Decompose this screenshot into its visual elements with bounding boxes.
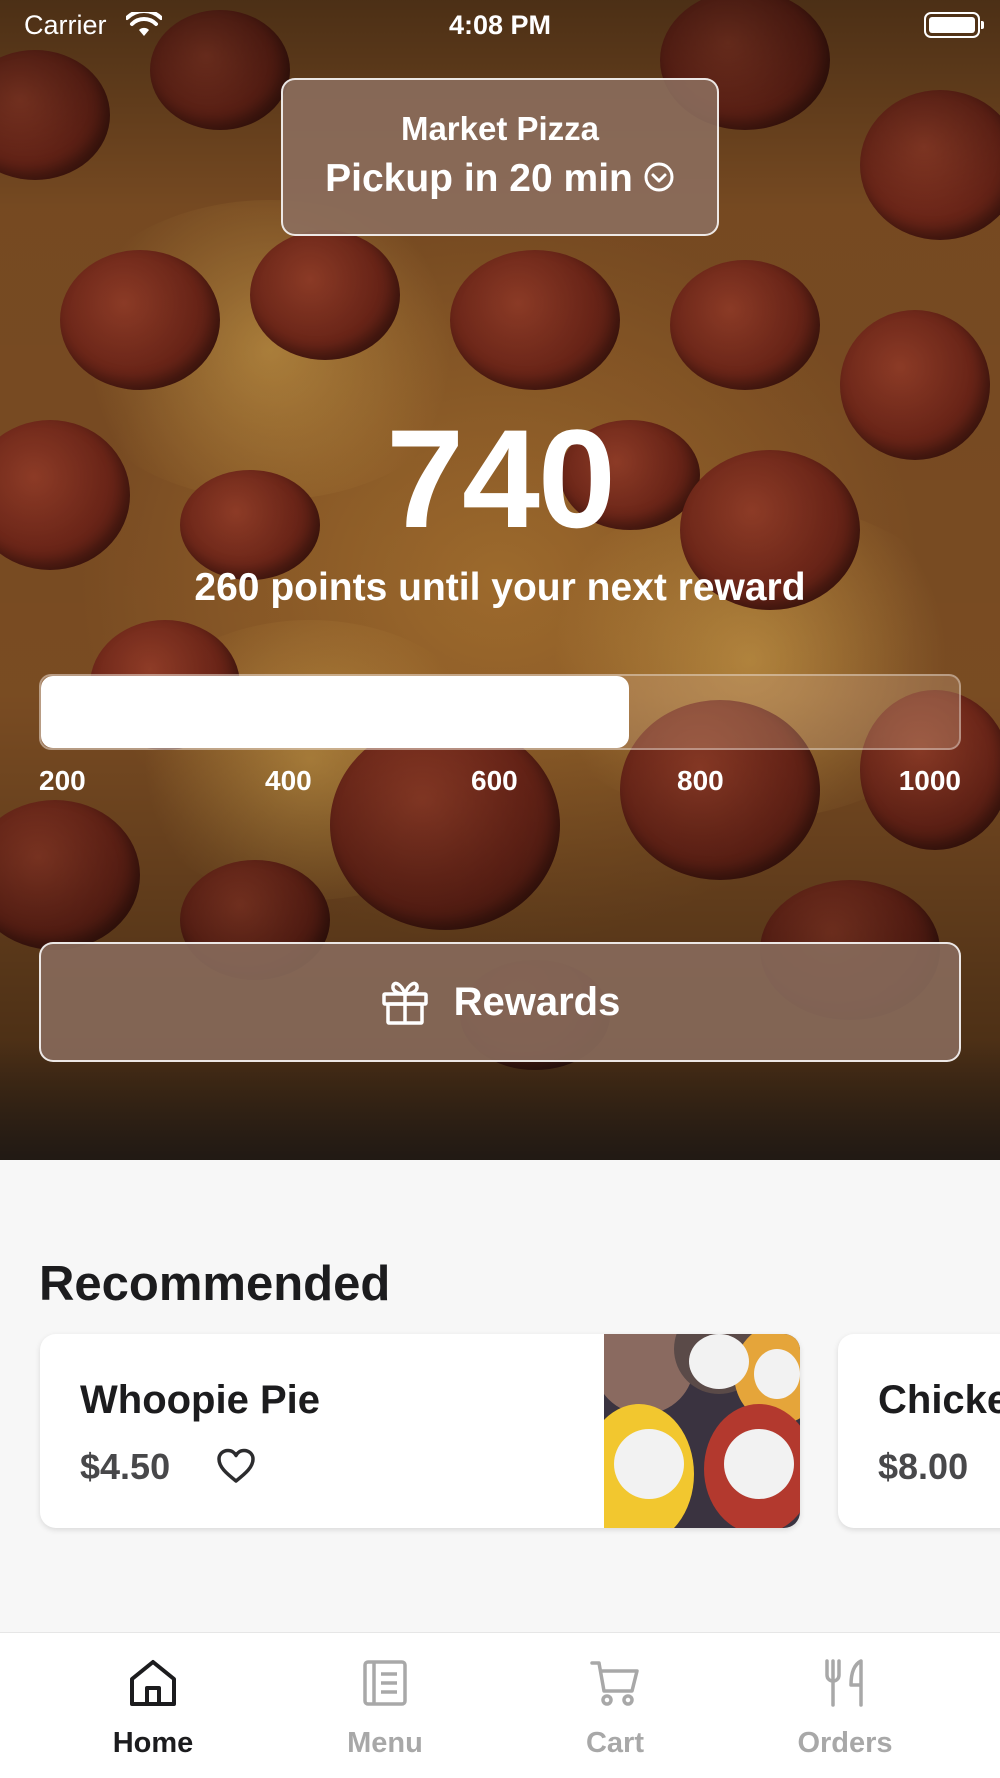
tab-label: Home: [112, 1727, 194, 1759]
recommended-card[interactable]: Chicke $8.00: [838, 1334, 1000, 1528]
item-image: [604, 1334, 800, 1528]
points-progress-bar: [39, 674, 961, 750]
store-selector-button[interactable]: Market Pizza Pickup in 20 min: [281, 78, 719, 236]
tab-bar: Home Menu Cart Orders: [0, 1632, 1000, 1778]
cart-icon: [590, 1661, 639, 1706]
rewards-label: Rewards: [453, 979, 621, 1024]
points-progress-fill: [41, 676, 629, 748]
tab-cart[interactable]: Cart: [500, 1633, 730, 1778]
item-name: Whoopie Pie: [80, 1378, 320, 1422]
tick-label: 600: [471, 765, 518, 796]
gift-icon: [381, 981, 428, 1025]
heart-icon[interactable]: [216, 1448, 256, 1484]
tab-label: Orders: [797, 1727, 893, 1759]
tick-label: 200: [39, 765, 86, 796]
tab-home[interactable]: Home: [38, 1633, 268, 1778]
tab-label: Menu: [347, 1727, 423, 1759]
pickup-label: Pickup in 20 min: [325, 157, 633, 200]
points-until-reward: 260 points until your next reward: [194, 566, 806, 609]
store-name: Market Pizza: [400, 110, 600, 147]
recommended-card[interactable]: Whoopie Pie $4.50: [40, 1334, 800, 1528]
status-bar: Carrier 4:08 PM: [0, 0, 1000, 52]
tab-orders[interactable]: Orders: [730, 1633, 960, 1778]
points-balance: 740: [386, 400, 616, 557]
pickup-time: Pickup in 20 min: [283, 157, 717, 201]
tick-label: 800: [677, 765, 724, 796]
orders-icon: [825, 1659, 863, 1707]
tick-label: 1000: [898, 765, 961, 796]
item-price: $4.50: [80, 1446, 171, 1487]
tab-label: Cart: [585, 1727, 644, 1759]
progress-tick-labels: 200 400 600 800 1000: [39, 765, 961, 801]
item-name: Chicke: [878, 1378, 1000, 1422]
home-icon: [130, 1660, 176, 1706]
chevron-down-circle-icon: [644, 162, 674, 192]
status-time: 4:08 PM: [448, 10, 552, 40]
item-price: $8.00: [878, 1446, 969, 1487]
recommended-heading: Recommended: [39, 1257, 391, 1311]
tab-menu[interactable]: Menu: [270, 1633, 500, 1778]
menu-icon: [363, 1660, 407, 1706]
rewards-button[interactable]: Rewards: [39, 942, 961, 1062]
tick-label: 400: [265, 765, 312, 796]
battery-icon: [924, 12, 984, 38]
